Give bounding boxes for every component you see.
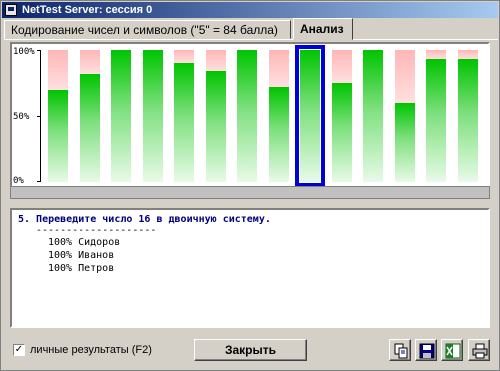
chart-bar[interactable] — [331, 50, 352, 182]
chart-scrollbar[interactable] — [10, 186, 490, 199]
tab-coding-label: Кодирование чисел и символов ("5" = 84 б… — [11, 23, 278, 37]
copy-icon — [394, 343, 408, 359]
y-tick-label-100: 100% — [13, 47, 35, 57]
bar-correct-segment — [142, 50, 163, 182]
bar-correct-segment — [268, 87, 289, 182]
bar-correct-segment — [79, 74, 100, 182]
bar-correct-segment — [237, 50, 257, 182]
footer: ✓ личные результаты (F2) Закрыть — [1, 331, 500, 371]
result-row: 100% Иванов — [48, 250, 115, 261]
bar-incorrect-segment — [174, 50, 194, 63]
chart-bar[interactable] — [237, 50, 257, 182]
bar-incorrect-segment — [331, 50, 352, 83]
chart-bar[interactable] — [268, 50, 289, 182]
bar-correct-segment — [331, 83, 352, 182]
bar-correct-segment — [363, 50, 383, 182]
tab-analysis[interactable]: Анализ — [293, 18, 353, 40]
result-row: 100% Петров — [48, 263, 115, 274]
y-tick-label-50: 50% — [13, 112, 30, 122]
chart-bar[interactable] — [79, 50, 100, 182]
y-tick-50 — [37, 116, 41, 117]
title-bar[interactable]: NetTest Server: сессия 0 — [2, 2, 498, 18]
bar-incorrect-segment — [394, 50, 415, 103]
bar-incorrect-segment — [48, 50, 68, 90]
tab-divider — [4, 39, 498, 40]
bar-correct-segment — [300, 50, 320, 182]
chart-bar[interactable] — [394, 50, 415, 182]
bar-correct-segment — [394, 103, 415, 182]
close-button[interactable]: Закрыть — [194, 339, 307, 361]
print-icon — [472, 343, 488, 359]
tab-analysis-label: Анализ — [300, 22, 344, 36]
bar-incorrect-segment — [79, 50, 100, 74]
chart-bar[interactable] — [111, 50, 131, 182]
bar-incorrect-segment — [457, 50, 478, 59]
chart-bar[interactable] — [142, 50, 163, 182]
chart-bar[interactable] — [363, 50, 383, 182]
bar-correct-segment — [457, 59, 478, 182]
copy-button[interactable] — [389, 339, 411, 361]
bar-incorrect-segment — [205, 50, 226, 71]
chart-bar[interactable] — [295, 45, 325, 187]
bar-correct-segment — [426, 59, 446, 182]
bar-correct-segment — [111, 50, 131, 182]
chart-bar[interactable] — [457, 50, 478, 182]
tab-coding[interactable]: Кодирование чисел и символов ("5" = 84 б… — [4, 20, 291, 39]
results-separator: -------------------- — [36, 225, 157, 236]
personal-results-label: личные результаты (F2) — [30, 344, 152, 356]
app-window: NetTest Server: сессия 0 Кодирование чис… — [0, 0, 500, 371]
save-button[interactable] — [415, 339, 437, 361]
chart-bar[interactable] — [205, 50, 226, 182]
app-icon — [5, 4, 17, 16]
window-title: NetTest Server: сессия 0 — [22, 4, 153, 16]
y-tick-0 — [37, 181, 41, 182]
export-excel-button[interactable] — [441, 339, 463, 361]
y-tick-label-0: 0% — [13, 176, 24, 186]
bar-correct-segment — [48, 90, 68, 182]
question-details-panel: 5. Переведите число 16 в двоичную систем… — [10, 208, 490, 328]
bar-correct-segment — [174, 63, 194, 182]
result-row: 100% Сидоров — [48, 237, 121, 248]
print-button[interactable] — [468, 339, 490, 361]
chart-bar[interactable] — [48, 50, 68, 182]
chart-bar[interactable] — [174, 50, 194, 182]
personal-results-checkbox[interactable]: ✓ — [13, 344, 25, 356]
question-title: 5. Переведите число 16 в двоичную систем… — [18, 214, 271, 225]
bar-incorrect-segment — [268, 50, 289, 87]
results-chart: 100% 50% 0% — [10, 42, 490, 188]
excel-icon — [445, 343, 461, 359]
personal-results-toggle[interactable]: ✓ личные результаты (F2) — [13, 344, 152, 356]
bar-incorrect-segment — [426, 50, 446, 59]
chart-bar[interactable] — [426, 50, 446, 182]
y-tick-100 — [37, 50, 41, 51]
bar-correct-segment — [205, 71, 226, 182]
save-icon — [419, 343, 435, 359]
